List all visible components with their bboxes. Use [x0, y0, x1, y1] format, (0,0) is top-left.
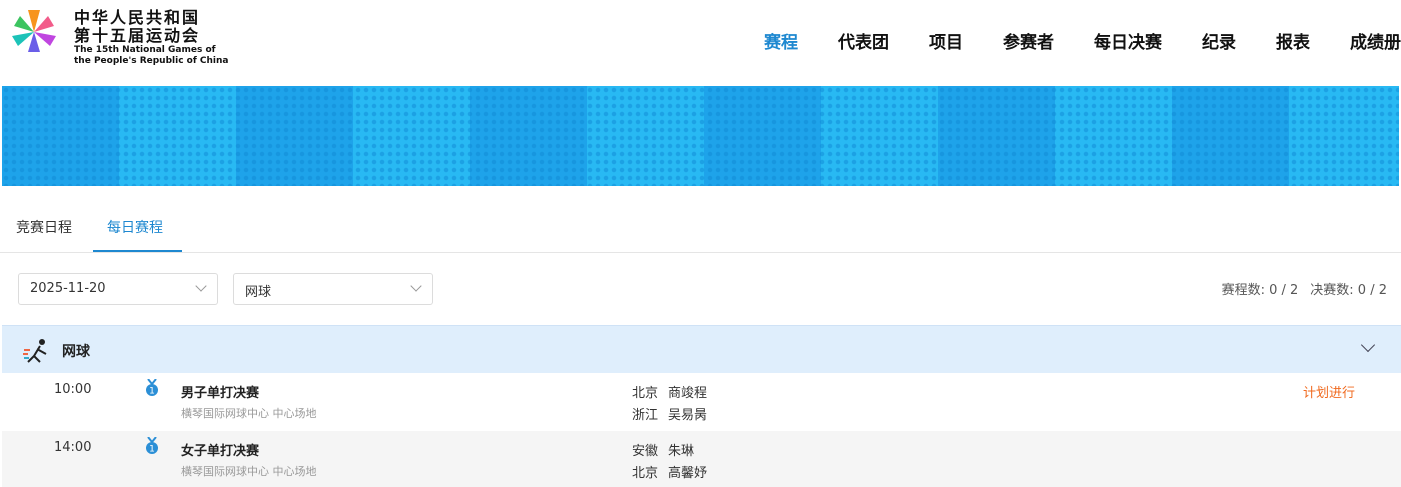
title-en-1: The 15th National Games of [74, 45, 216, 55]
date-value: 2025-11-20 [30, 281, 106, 296]
active-tab-indicator [93, 250, 182, 252]
participant: 浙江 吴易昺 [632, 404, 717, 423]
brand-title: 中华人民共和国 第十五届运动会 The 15th National Games … [74, 9, 228, 67]
participant-region: 北京 [632, 466, 659, 481]
nav-results-book[interactable]: 成绩册 [1350, 28, 1401, 53]
chevron-down-icon [195, 280, 207, 292]
participant-name[interactable]: 商竣程 [668, 386, 707, 401]
event-row[interactable]: 10:00 1 男子单打决赛 横琴国际网球中心 中心场地 北京 商竣程 浙江 吴易昺… [2, 373, 1401, 429]
event-time: 10:00 [54, 382, 92, 397]
date-select[interactable]: 2025-11-20 [18, 273, 218, 305]
nav-sports[interactable]: 项目 [929, 28, 963, 53]
schedule-count: 赛程数: 0 / 2 [1221, 283, 1299, 298]
gold-medal-icon: 1 [146, 437, 158, 455]
nav-athletes[interactable]: 参赛者 [1003, 28, 1054, 53]
chevron-down-icon[interactable] [1360, 337, 1376, 353]
finals-count: 决赛数: 0 / 2 [1310, 283, 1387, 298]
participant-name[interactable]: 吴易昺 [668, 408, 707, 423]
participant: 安徽 朱琳 [632, 440, 704, 459]
header: 中华人民共和国 第十五届运动会 The 15th National Games … [0, 0, 1401, 86]
participant-region: 安徽 [632, 444, 659, 459]
participant-name[interactable]: 朱琳 [668, 444, 694, 459]
event-venue: 横琴国际网球中心 中心场地 [181, 465, 317, 478]
tab-competition-schedule[interactable]: 竞赛日程 [16, 217, 72, 237]
nav-reports[interactable]: 报表 [1276, 28, 1310, 53]
title-cn-1: 中华人民共和国 [74, 8, 201, 27]
sport-group-header[interactable]: 网球 [2, 325, 1401, 373]
svg-text:1: 1 [149, 387, 155, 397]
games-logo-icon[interactable] [6, 6, 62, 66]
event-title[interactable]: 男子单打决赛 [181, 382, 259, 401]
event-title[interactable]: 女子单打决赛 [181, 440, 259, 459]
tennis-icon [23, 339, 47, 363]
participant-name[interactable]: 高馨妤 [668, 466, 707, 481]
nav-daily-finals[interactable]: 每日决赛 [1094, 28, 1162, 53]
nav-records[interactable]: 纪录 [1202, 28, 1236, 53]
participant: 北京 高馨妤 [632, 462, 717, 481]
counts: 赛程数: 0 / 2 决赛数: 0 / 2 [1210, 279, 1387, 298]
sport-name: 网球 [62, 344, 90, 360]
nav-delegations[interactable]: 代表团 [838, 28, 889, 53]
title-cn-2: 第十五届运动会 [74, 26, 201, 45]
event-time: 14:00 [54, 440, 92, 455]
nav-schedule[interactable]: 赛程 [764, 28, 798, 53]
title-en-2: the People's Republic of China [74, 56, 229, 66]
event-status: 计划进行 [1303, 386, 1356, 401]
main-nav: 赛程 代表团 项目 参赛者 每日决赛 纪录 报表 成绩册 [724, 28, 1401, 53]
participant-region: 北京 [632, 386, 659, 401]
chevron-down-icon [410, 280, 422, 292]
tab-daily-schedule[interactable]: 每日赛程 [107, 217, 163, 237]
schedule-tabs: 竞赛日程 每日赛程 [0, 186, 1401, 253]
gold-medal-icon: 1 [146, 379, 158, 397]
participant: 北京 商竣程 [632, 382, 717, 401]
event-venue: 横琴国际网球中心 中心场地 [181, 407, 317, 420]
participant-region: 浙江 [632, 408, 659, 423]
svg-text:1: 1 [149, 445, 155, 455]
event-row[interactable]: 14:00 1 女子单打决赛 横琴国际网球中心 中心场地 安徽 朱琳 北京 高馨妤 [2, 431, 1401, 487]
banner [2, 86, 1399, 186]
sport-select[interactable]: 网球 [233, 273, 433, 305]
sport-value: 网球 [245, 285, 272, 300]
